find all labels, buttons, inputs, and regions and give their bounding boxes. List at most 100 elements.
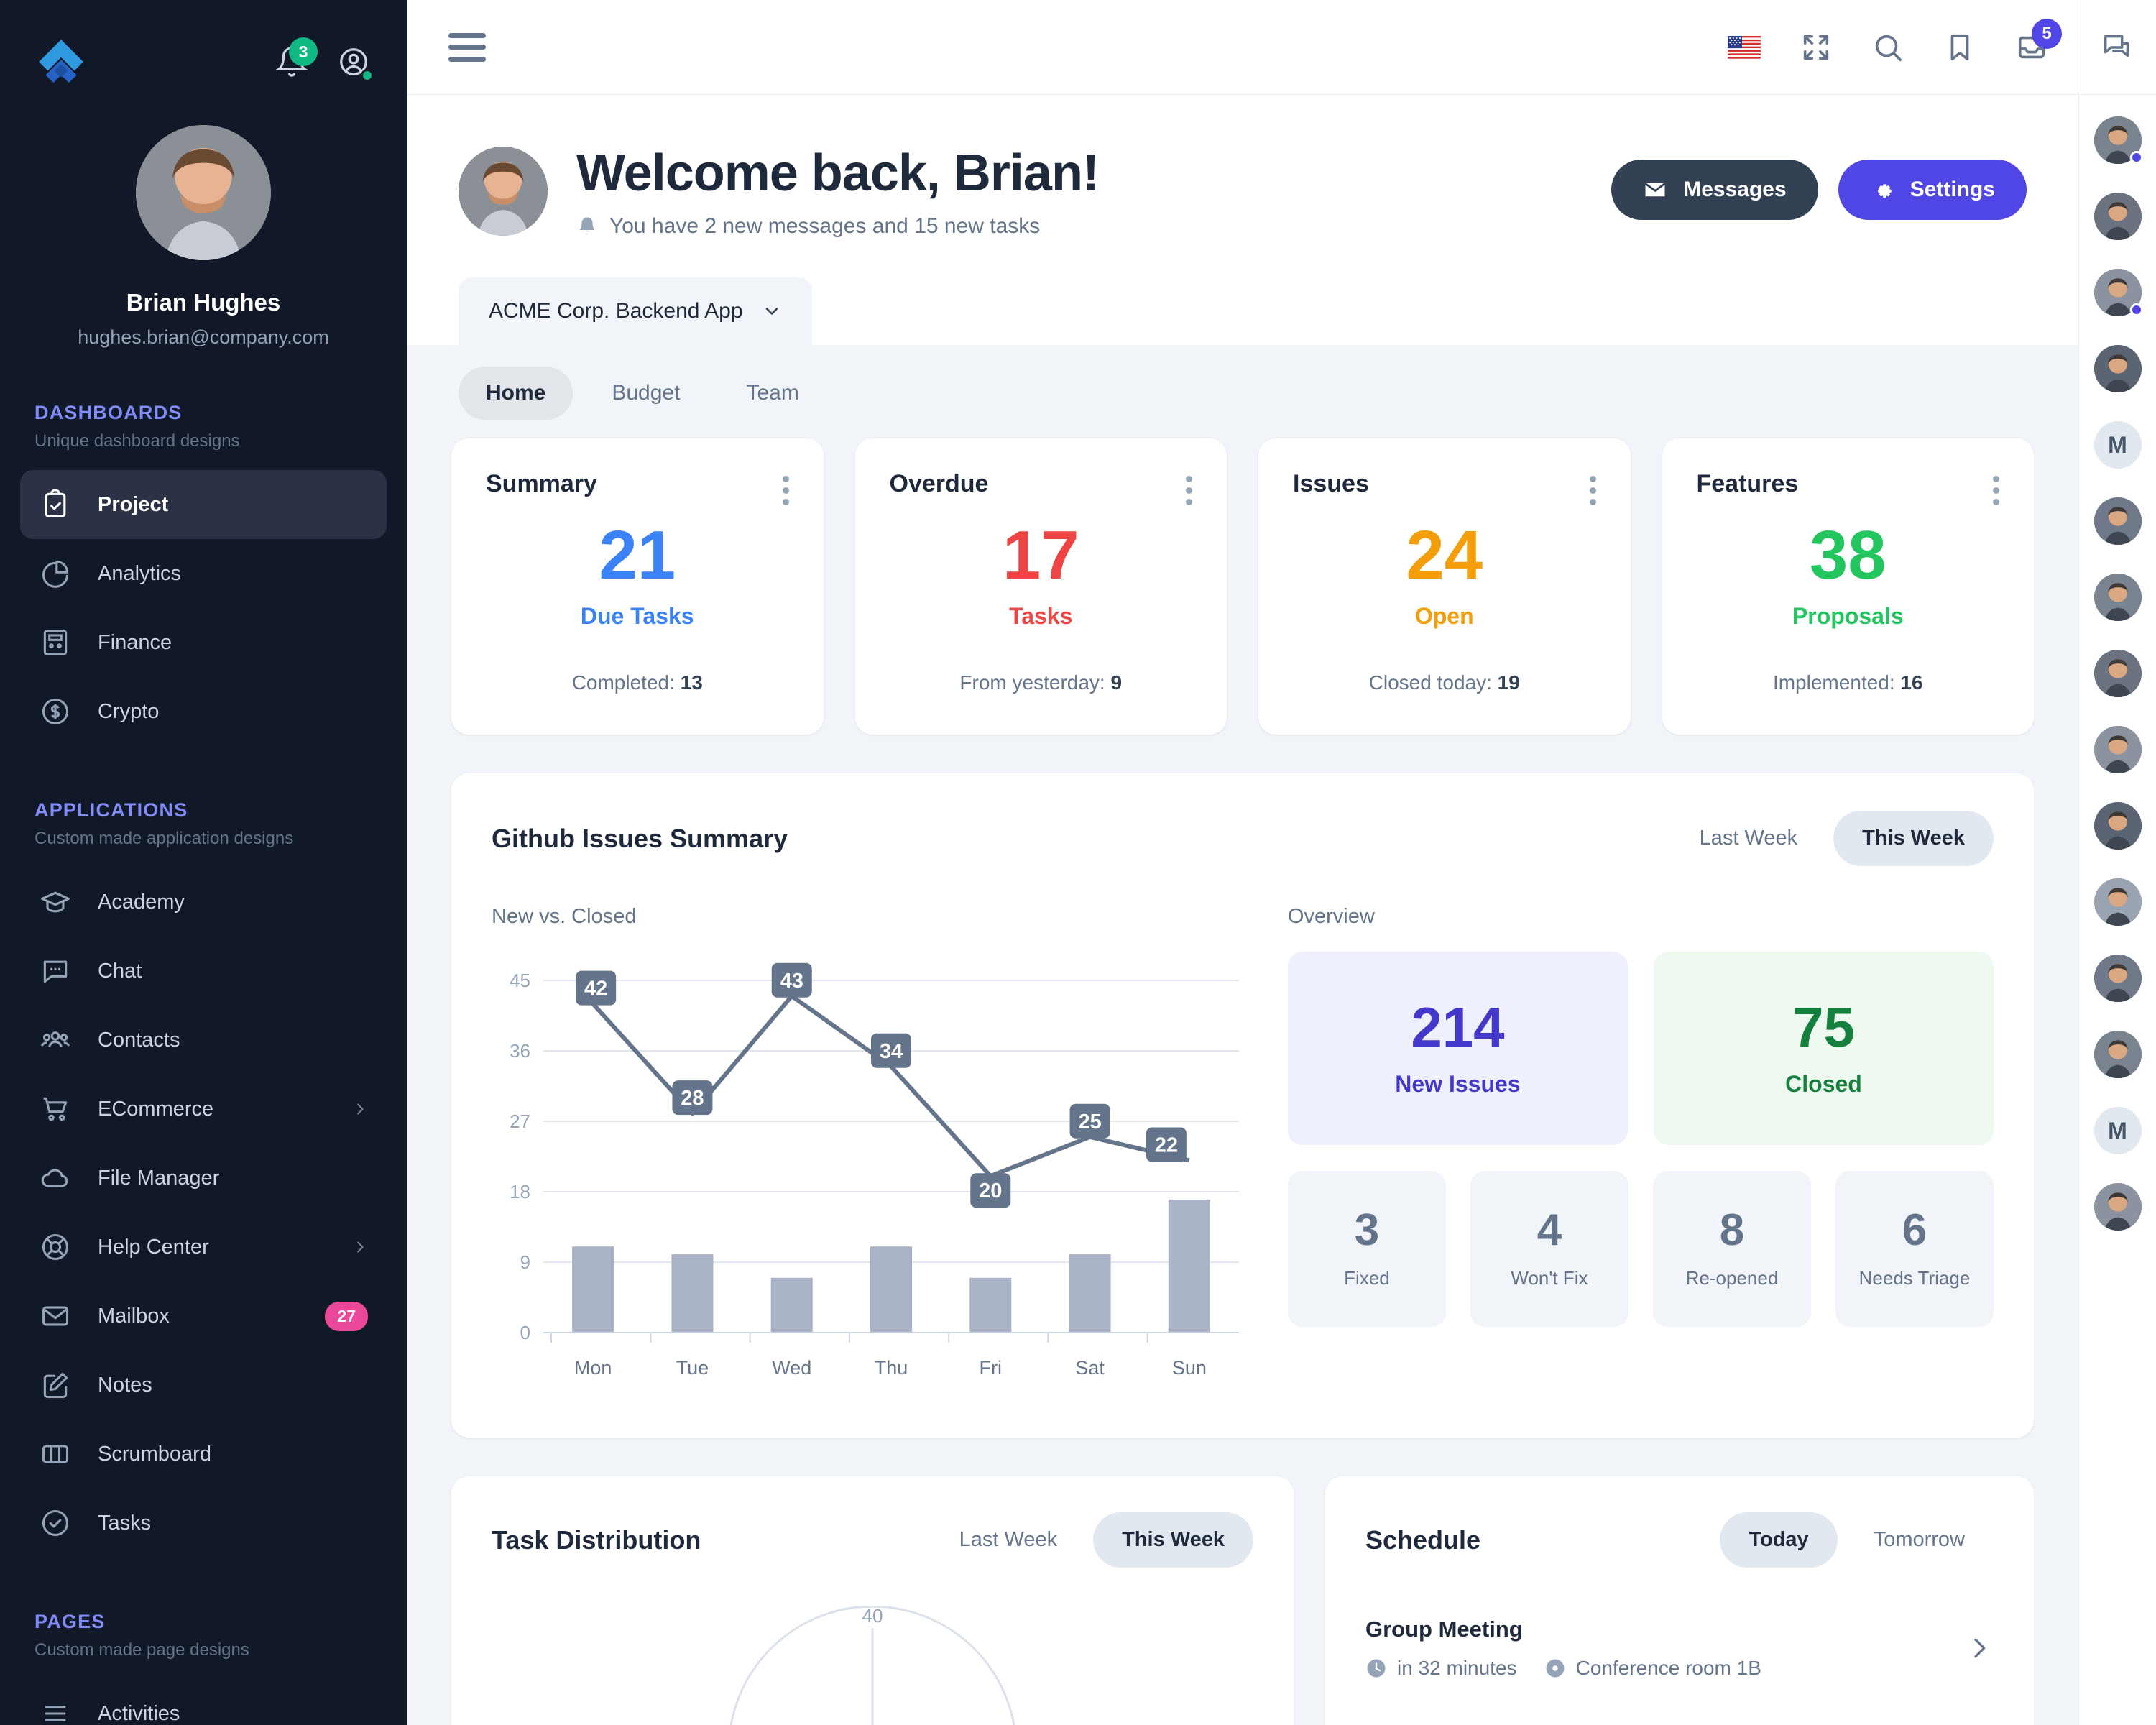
notifications-button[interactable]: 3	[273, 37, 318, 80]
schedule-header: Schedule Today Tomorrow	[1365, 1512, 1994, 1568]
range-this-week[interactable]: This Week	[1833, 811, 1994, 866]
svg-text:Thu: Thu	[875, 1357, 908, 1379]
chat-panel-toggle[interactable]	[2078, 31, 2156, 64]
range-today[interactable]: Today	[1720, 1512, 1838, 1568]
contact-avatar[interactable]	[2093, 802, 2142, 850]
settings-button[interactable]: Settings	[1838, 160, 2027, 220]
sidebar-item-label: Chat	[98, 959, 142, 983]
task-distribution-radar[interactable]: 40	[492, 1606, 1253, 1725]
sidebar-item-scrumboard[interactable]: Scrumboard	[20, 1420, 387, 1489]
overview-small-row: 3 Fixed 4 Won't Fix 8 Re-opened 6 Needs …	[1287, 1171, 1994, 1327]
svg-text:36: 36	[510, 1040, 530, 1062]
stat-card-footer-label: Completed:	[571, 671, 675, 694]
stat-card-title: Summary	[486, 470, 597, 497]
overview-new-issues[interactable]: 214 New Issues	[1287, 952, 1628, 1145]
sidebar-profile[interactable]: Brian Hughes hughes.brian@company.com	[0, 95, 407, 349]
contact-avatar[interactable]	[2093, 1031, 2142, 1078]
sidebar-item-tasks[interactable]: Tasks	[20, 1489, 387, 1558]
contact-avatar[interactable]	[2093, 497, 2142, 545]
kebab-menu-icon[interactable]	[782, 470, 789, 505]
sidebar-item-project[interactable]: Project	[20, 470, 387, 539]
tab-home[interactable]: Home	[459, 367, 573, 420]
tab-budget[interactable]: Budget	[584, 367, 707, 420]
cloud-icon	[39, 1162, 72, 1195]
stat-card-issues[interactable]: Issues 24 Open Closed today: 19	[1258, 438, 1631, 735]
contact-avatar[interactable]: M	[2093, 1107, 2142, 1154]
sidebar-item-crypto[interactable]: Crypto	[20, 677, 387, 746]
contact-avatar[interactable]	[2093, 269, 2143, 316]
range-this-week[interactable]: This Week	[1093, 1512, 1253, 1568]
contact-avatar[interactable]	[2093, 193, 2142, 240]
bookmark-icon[interactable]	[1940, 27, 1980, 68]
stat-card-title: Issues	[1293, 470, 1369, 497]
tab-bar: Home Budget Team	[407, 345, 2078, 438]
sidebar-item-ecommerce[interactable]: ECommerce	[20, 1075, 387, 1144]
range-last-week[interactable]: Last Week	[931, 1512, 1086, 1568]
sidebar-section-applications: APPLICATIONS Custom made application des…	[0, 799, 407, 849]
github-issues-header: Github Issues Summary Last Week This Wee…	[492, 811, 1994, 866]
new-vs-closed-chart[interactable]: 0 9 18 27 36 45 Mon Tue Wed Thu Fri Sat Sun 42 28 43 34 2…	[492, 952, 1256, 1397]
contact-avatar[interactable]	[2093, 116, 2143, 164]
svg-text:Mon: Mon	[574, 1357, 612, 1379]
project-selector[interactable]: ACME Corp. Backend App	[459, 277, 812, 345]
kebab-menu-icon[interactable]	[1589, 470, 1596, 505]
contact-avatar[interactable]	[2093, 1183, 2142, 1230]
schedule-title: Schedule	[1365, 1524, 1481, 1555]
stat-card-row: Summary 21 Due Tasks Completed: 13 Overd…	[451, 438, 2034, 735]
contact-avatar[interactable]	[2093, 878, 2142, 926]
kebab-menu-icon[interactable]	[1993, 470, 1999, 505]
overview-reopened[interactable]: 8 Re-opened	[1652, 1171, 1811, 1327]
sidebar-item-notes[interactable]: Notes	[20, 1351, 387, 1420]
contact-avatar[interactable]	[2093, 345, 2142, 392]
avatar	[2093, 726, 2142, 773]
avatar	[2093, 1183, 2142, 1230]
fullscreen-icon[interactable]	[1796, 27, 1836, 68]
sidebar-profile-email: hughes.brian@company.com	[78, 326, 329, 348]
sidebar-item-chat[interactable]: Chat	[20, 937, 387, 1006]
hamburger-menu-icon[interactable]	[448, 32, 486, 62]
sidebar-item-contacts[interactable]: Contacts	[20, 1006, 387, 1075]
sidebar-item-finance[interactable]: Finance	[20, 608, 387, 677]
overview-big-row: 214 New Issues 75 Closed	[1287, 952, 1994, 1145]
kebab-menu-icon[interactable]	[1186, 470, 1192, 505]
sidebar-item-file-manager[interactable]: File Manager	[20, 1144, 387, 1213]
welcome-text: Welcome back, Brian! You have 2 new mess…	[576, 144, 1100, 239]
overview-needs-triage[interactable]: 6 Needs Triage	[1835, 1171, 1994, 1327]
search-icon[interactable]	[1868, 27, 1908, 68]
chevron-right-icon[interactable]	[1965, 1634, 1994, 1662]
stat-card-summary[interactable]: Summary 21 Due Tasks Completed: 13	[451, 438, 824, 735]
tab-team[interactable]: Team	[719, 367, 826, 420]
page-scroll[interactable]: Welcome back, Brian! You have 2 new mess…	[407, 95, 2078, 1725]
user-circle-icon[interactable]	[335, 43, 374, 82]
contact-avatar[interactable]: M	[2093, 421, 2142, 469]
notifications-badge: 3	[289, 37, 318, 66]
contact-avatar[interactable]	[2093, 954, 2142, 1002]
avatar	[2093, 650, 2142, 697]
range-last-week[interactable]: Last Week	[1671, 811, 1826, 866]
overview-closed[interactable]: 75 Closed	[1653, 952, 1994, 1145]
sidebar-item-mailbox[interactable]: Mailbox 27	[20, 1282, 387, 1351]
contact-avatar[interactable]	[2093, 650, 2142, 697]
project-selector-row: ACME Corp. Backend App	[407, 239, 2078, 345]
language-flag-us-icon[interactable]	[1724, 27, 1764, 68]
stat-card-features[interactable]: Features 38 Proposals Implemented: 16	[1662, 438, 2034, 735]
overview-wont-fix[interactable]: 4 Won't Fix	[1470, 1171, 1628, 1327]
overview-fixed[interactable]: 3 Fixed	[1287, 1171, 1446, 1327]
bottom-row: Task Distribution Last Week This Week 40…	[451, 1476, 2034, 1725]
sidebar-item-activities[interactable]: Activities	[20, 1679, 387, 1725]
svg-text:Wed: Wed	[772, 1357, 811, 1379]
inbox-icon[interactable]: 5	[2012, 18, 2062, 68]
sidebar-item-academy[interactable]: Academy	[20, 868, 387, 937]
sidebar-item-help-center[interactable]: Help Center	[20, 1213, 387, 1282]
brand-logo-icon[interactable]	[34, 35, 88, 88]
schedule-item[interactable]: Group Meeting in 32 minutes Conference r…	[1365, 1616, 1994, 1680]
messages-button[interactable]: Messages	[1611, 160, 1818, 220]
sidebar-item-analytics[interactable]: Analytics	[20, 539, 387, 608]
avatar	[2093, 802, 2142, 850]
contact-avatar[interactable]	[2093, 574, 2142, 621]
contacts-rail[interactable]: MM	[2078, 95, 2156, 1725]
contact-avatar[interactable]	[2093, 726, 2142, 773]
bell-icon	[576, 216, 598, 237]
range-tomorrow[interactable]: Tomorrow	[1845, 1512, 1994, 1568]
stat-card-overdue[interactable]: Overdue 17 Tasks From yesterday: 9	[854, 438, 1227, 735]
